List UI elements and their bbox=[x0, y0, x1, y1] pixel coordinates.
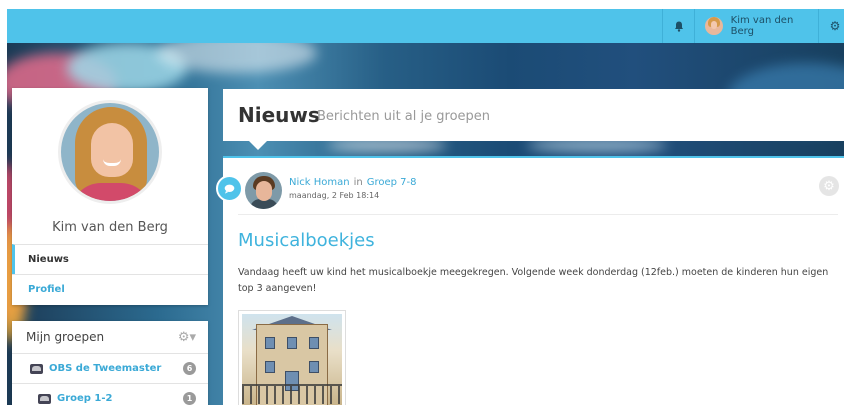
groups-title: Mijn groepen bbox=[26, 330, 105, 344]
cogs-icon: ⚙ bbox=[829, 19, 841, 33]
page-title: Nieuws bbox=[238, 103, 320, 127]
groups-header: Mijn groepen ⚙▾ bbox=[12, 321, 208, 354]
gear-icon[interactable]: ⚙▾ bbox=[178, 330, 196, 345]
profile-nav: Nieuws Profiel bbox=[12, 244, 208, 304]
settings-button[interactable]: ⚙ bbox=[818, 9, 844, 43]
group-icon bbox=[38, 393, 51, 404]
group-link[interactable]: Groep 7-8 bbox=[367, 177, 417, 188]
post-date: maandag, 2 Feb 18:14 bbox=[289, 191, 380, 200]
count-badge: 1 bbox=[183, 392, 196, 405]
in-label: in bbox=[353, 177, 363, 188]
post-body: Vandaag heeft uw kind het musicalboekje … bbox=[238, 267, 829, 294]
count-badge: 6 bbox=[183, 362, 196, 375]
author-avatar[interactable] bbox=[245, 172, 282, 209]
user-name: Kim van den Berg bbox=[730, 15, 794, 37]
comment-icon bbox=[216, 175, 243, 202]
header-pointer bbox=[249, 141, 267, 150]
page-subtitle: Berichten uit al je groepen bbox=[317, 109, 491, 124]
post-title[interactable]: Musicalboekjes bbox=[238, 230, 375, 251]
avatar bbox=[705, 17, 723, 35]
profile-photo bbox=[58, 100, 162, 204]
group-label: OBS de Tweemaster bbox=[49, 363, 162, 374]
author-link[interactable]: Nick Homan bbox=[289, 177, 350, 188]
group-item[interactable]: OBS de Tweemaster 6 bbox=[12, 354, 208, 384]
nav-item-nieuws[interactable]: Nieuws bbox=[12, 244, 208, 274]
group-item[interactable]: Groep 1-2 1 bbox=[12, 384, 208, 405]
notifications-button[interactable] bbox=[662, 9, 694, 43]
post-author-line: Nick Homan in Groep 7-8 bbox=[289, 177, 416, 188]
profile-name: Kim van den Berg bbox=[52, 220, 168, 235]
post-settings-icon[interactable]: ⚙ bbox=[819, 176, 839, 196]
group-label: Groep 1-2 bbox=[57, 393, 113, 404]
user-menu[interactable]: Kim van den Berg bbox=[694, 9, 818, 43]
groups-card: Mijn groepen ⚙▾ OBS de Tweemaster 6 Groe… bbox=[12, 321, 208, 405]
top-bar: Kim van den Berg ⚙ bbox=[7, 9, 844, 43]
post-image[interactable] bbox=[238, 310, 346, 405]
nav-item-profiel[interactable]: Profiel bbox=[12, 274, 208, 304]
profile-card: Kim van den Berg Nieuws Profiel bbox=[12, 88, 208, 305]
group-icon bbox=[30, 363, 43, 374]
divider bbox=[238, 214, 838, 215]
page-header: Nieuws Berichten uit al je groepen bbox=[223, 89, 844, 141]
bell-icon bbox=[674, 21, 683, 32]
